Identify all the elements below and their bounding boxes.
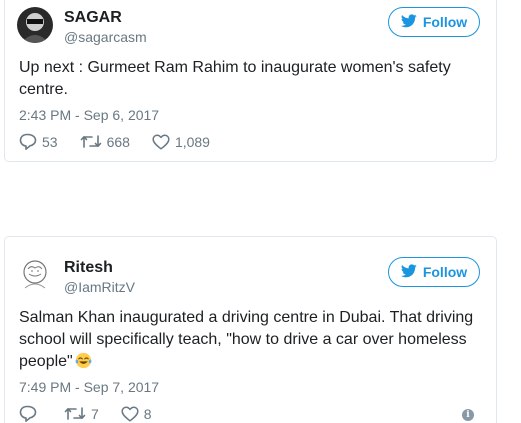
info-icon[interactable]: i [462,409,474,421]
like-count: 1,089 [174,133,210,150]
like-button[interactable]: 8 [121,406,152,422]
like-count: 8 [143,405,152,422]
tweet-card-1: SAGAR @sagarcasm Follow Up next : Gurmee… [4,0,497,162]
reply-button[interactable] [19,405,42,422]
like-icon [121,405,139,422]
author-name[interactable]: SAGAR [64,9,122,27]
tweet-actions: 7 8 [19,405,152,422]
tweet-actions: 53 668 1,089 [19,133,210,150]
author-handle[interactable]: @sagarcasm [64,29,147,45]
follow-label: Follow [422,14,468,30]
reply-icon [19,133,37,150]
retweet-count: 7 [91,405,99,422]
tears-of-joy-emoji [75,352,92,369]
retweet-icon [64,406,86,421]
like-button[interactable]: 1,089 [152,134,210,150]
reply-count: 53 [42,133,58,150]
follow-button[interactable]: Follow [388,7,480,37]
retweet-button[interactable]: 668 [80,134,130,150]
reply-icon [19,405,37,422]
follow-label: Follow [422,264,468,280]
twitter-bird-icon [400,263,417,281]
tweet-text: Up next : Gurmeet Ram Rahim to inaugurat… [19,59,451,98]
tweet-card-2: Ritesh @IamRitzV Follow Salman Khan inau… [4,236,497,423]
author-handle[interactable]: @IamRitzV [64,279,135,295]
retweet-icon [80,134,102,149]
twitter-bird-icon [400,13,417,31]
tweet-timestamp[interactable]: 2:43 PM - Sep 6, 2017 [19,107,159,123]
page: SAGAR @sagarcasm Follow Up next : Gurmee… [0,0,521,423]
retweet-count: 668 [106,133,130,150]
avatar[interactable] [17,256,53,292]
avatar[interactable] [17,7,53,43]
author-name[interactable]: Ritesh [64,259,113,277]
tweet-text: Salman Khan inaugurated a driving centre… [19,307,482,373]
follow-button[interactable]: Follow [388,257,480,287]
retweet-button[interactable]: 7 [64,406,99,422]
like-icon [152,133,170,150]
reply-button[interactable]: 53 [19,133,58,150]
tweet-timestamp[interactable]: 7:49 PM - Sep 7, 2017 [19,379,159,395]
